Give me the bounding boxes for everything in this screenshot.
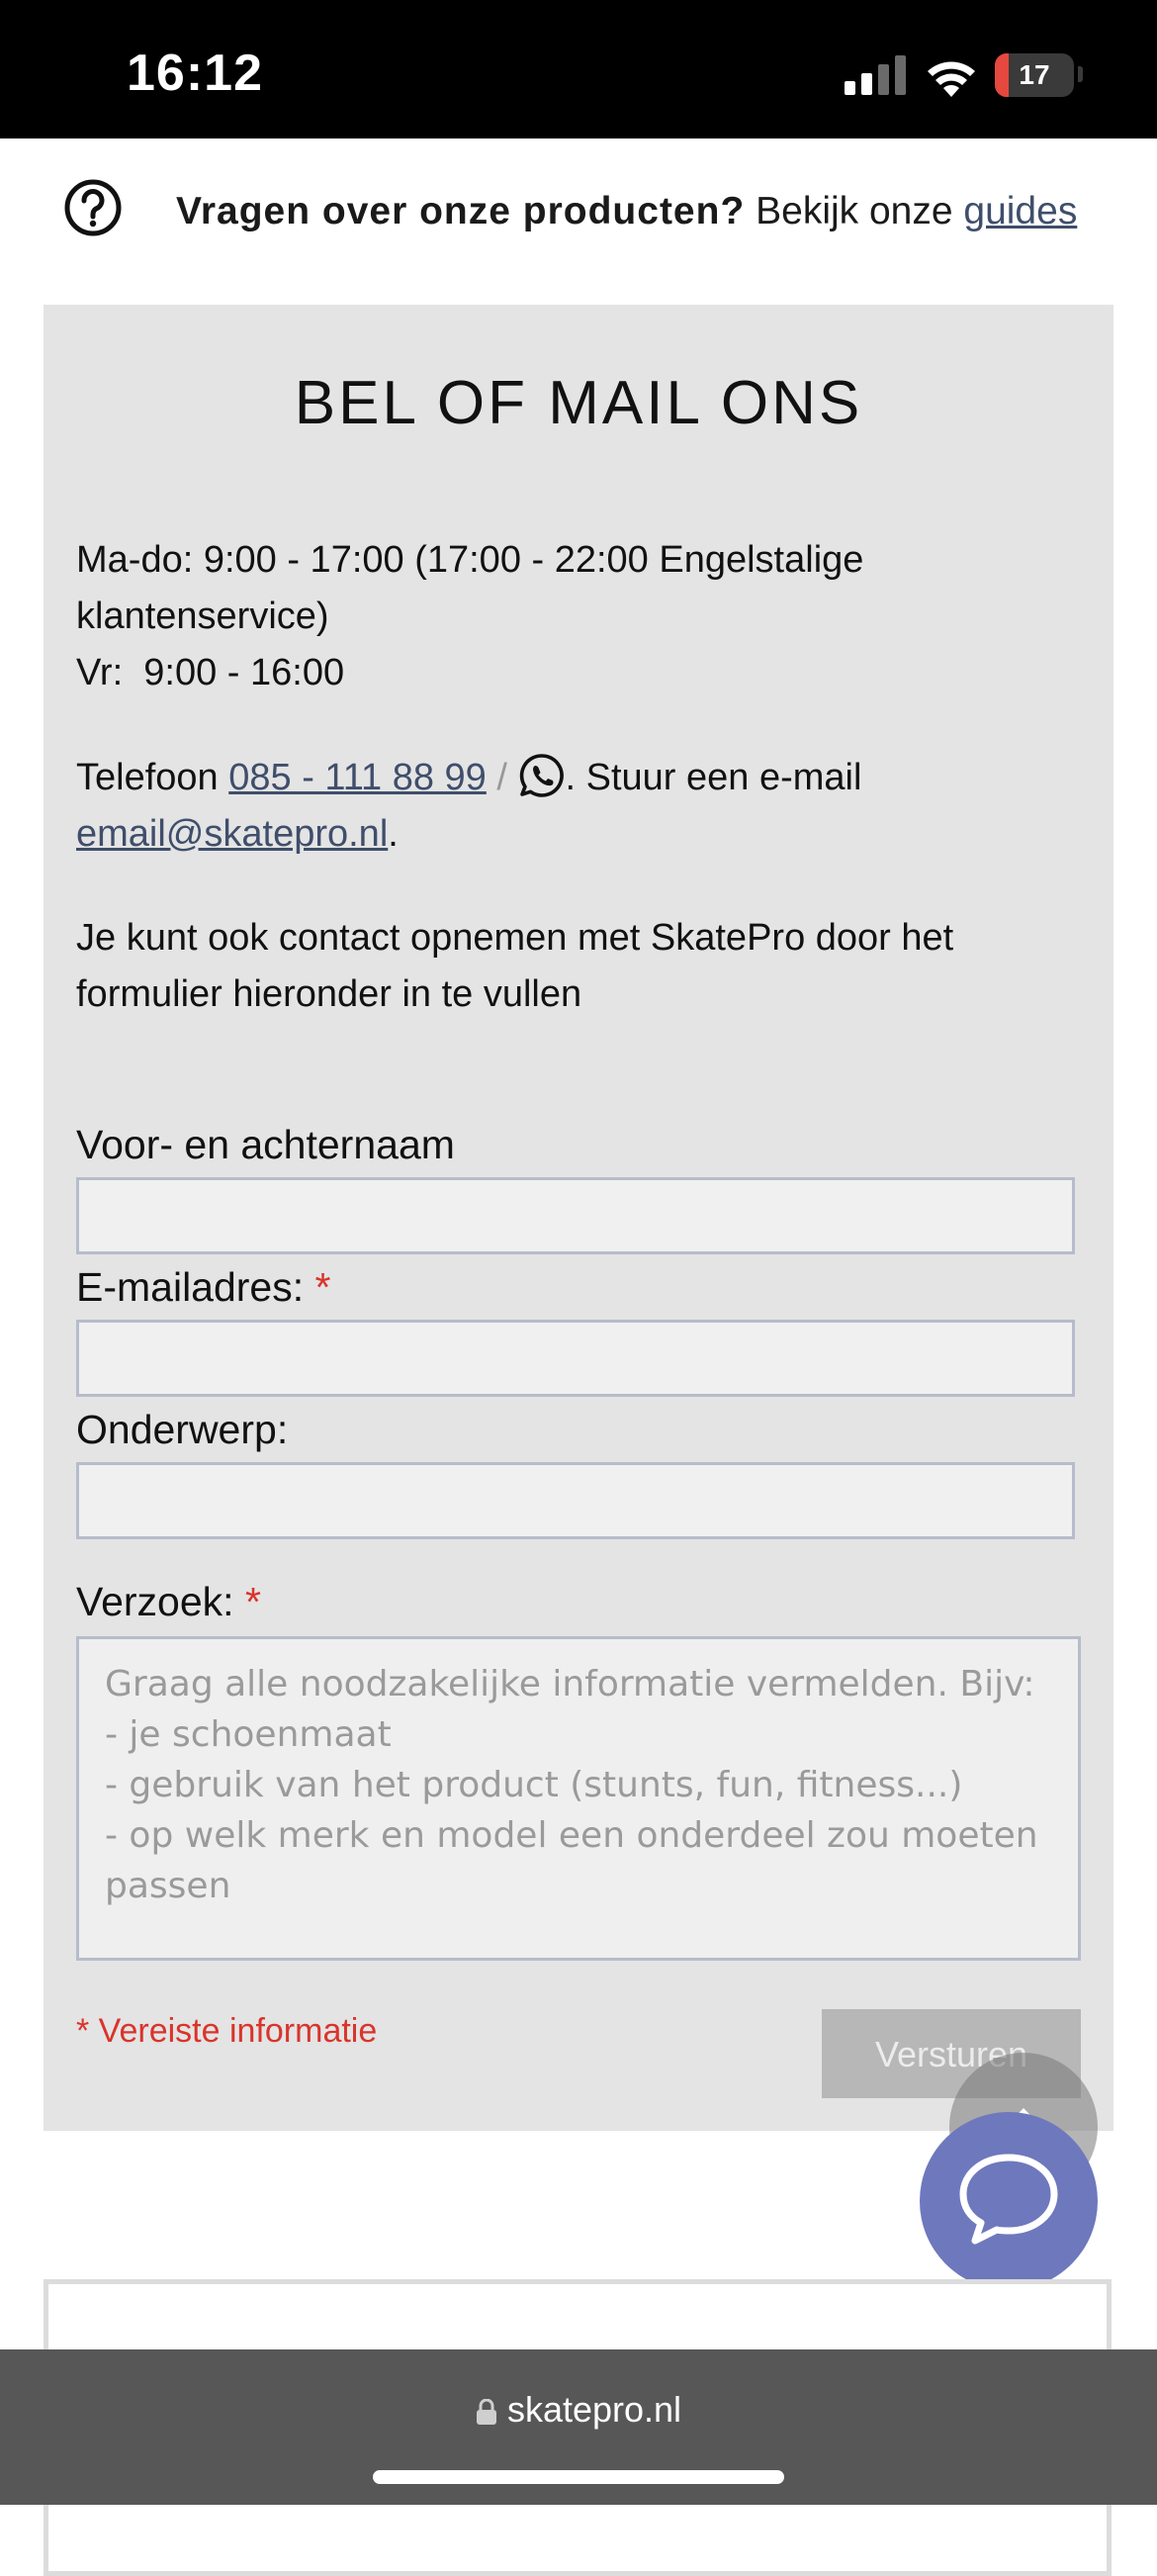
speech-bubble-icon <box>959 2154 1058 2245</box>
email-label: E-mailadres: * <box>76 1264 331 1310</box>
contact-methods: Telefoon 085 - 111 88 99 / . Stuur een e… <box>76 750 1085 863</box>
subject-label: Onderwerp: <box>76 1407 289 1452</box>
form-intro: Je kunt ook contact opnemen met SkatePro… <box>76 917 954 1015</box>
request-textarea[interactable]: Graag alle noodzakelijke informatie verm… <box>76 1636 1081 1961</box>
battery-level: 17 <box>1019 59 1050 90</box>
email-field[interactable] <box>76 1320 1075 1397</box>
help-question: Vragen over onze producten? <box>176 190 746 232</box>
browser-url-bar[interactable]: skatepro.nl <box>0 2349 1157 2505</box>
required-asterisk: * <box>244 1579 261 1624</box>
url-display[interactable]: skatepro.nl <box>0 2389 1157 2431</box>
name-field[interactable] <box>76 1177 1075 1254</box>
guides-link[interactable]: guides <box>963 190 1077 232</box>
separator: / <box>486 757 518 798</box>
battery-icon: 17 <box>995 53 1074 97</box>
cellular-signal-icon <box>845 55 906 95</box>
url-text: skatepro.nl <box>506 2389 682 2430</box>
hours-weekdays: Ma-do: 9:00 - 17:00 (17:00 - 22:00 Engel… <box>76 539 864 637</box>
email-suffix: . <box>388 813 399 855</box>
question-circle-icon <box>64 179 122 236</box>
wifi-icon <box>928 61 975 97</box>
status-bar: 16:12 17 <box>0 0 1157 138</box>
help-cta: Bekijk onze <box>745 190 964 232</box>
status-time: 16:12 <box>127 45 263 102</box>
whatsapp-icon[interactable] <box>518 752 566 799</box>
subject-field[interactable] <box>76 1462 1075 1539</box>
required-note: * Vereiste informatie <box>76 2012 378 2050</box>
required-asterisk: * <box>314 1264 331 1310</box>
email-prefix: . Stuur een e-mail <box>565 757 862 798</box>
help-bar: Vragen over onze producten? Bekijk onze … <box>0 138 1157 287</box>
help-text: Vragen over onze producten? Bekijk onze … <box>176 190 1077 233</box>
contact-title: BEL OF MAIL ONS <box>294 369 863 437</box>
chat-button[interactable] <box>920 2112 1098 2290</box>
email-link[interactable]: email@skatepro.nl <box>76 813 388 855</box>
name-label: Voor- en achternaam <box>76 1122 455 1167</box>
request-label: Verzoek: * <box>76 1579 261 1624</box>
phone-prefix: Telefoon <box>76 757 229 798</box>
lock-icon <box>476 2399 496 2425</box>
opening-hours: Ma-do: 9:00 - 17:00 (17:00 - 22:00 Engel… <box>76 532 1085 701</box>
hours-friday: Vr: 9:00 - 16:00 <box>76 652 345 693</box>
contact-panel: BEL OF MAIL ONS Ma-do: 9:00 - 17:00 (17:… <box>44 305 1113 2131</box>
home-indicator <box>373 2470 784 2484</box>
phone-link[interactable]: 085 - 111 88 99 <box>228 757 487 798</box>
